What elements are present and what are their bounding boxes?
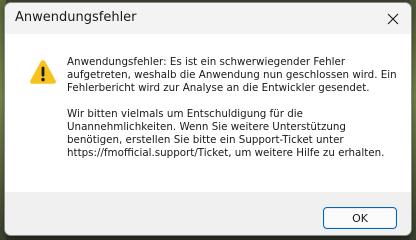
close-icon bbox=[387, 13, 399, 24]
dialog-title: Anwendungsfehler bbox=[15, 10, 137, 25]
message-paragraph-error: Anwendungsfehler: Es ist ein schwerwiege… bbox=[67, 56, 397, 94]
title-bar[interactable]: Anwendungsfehler bbox=[5, 3, 411, 34]
ok-button[interactable]: OK bbox=[323, 207, 397, 229]
message-area: Anwendungsfehler: Es ist ein schwerwiege… bbox=[5, 34, 411, 192]
warning-icon bbox=[30, 60, 56, 84]
button-bar: OK bbox=[5, 192, 411, 235]
error-dialog: Anwendungsfehler Anwendungsfehler: Es is… bbox=[4, 2, 412, 236]
message-text: Anwendungsfehler: Es ist ein schwerwiege… bbox=[67, 56, 403, 160]
message-paragraph-support: Wir bitten vielmals um Entschuldigung fü… bbox=[67, 108, 385, 159]
close-button[interactable] bbox=[375, 3, 411, 34]
